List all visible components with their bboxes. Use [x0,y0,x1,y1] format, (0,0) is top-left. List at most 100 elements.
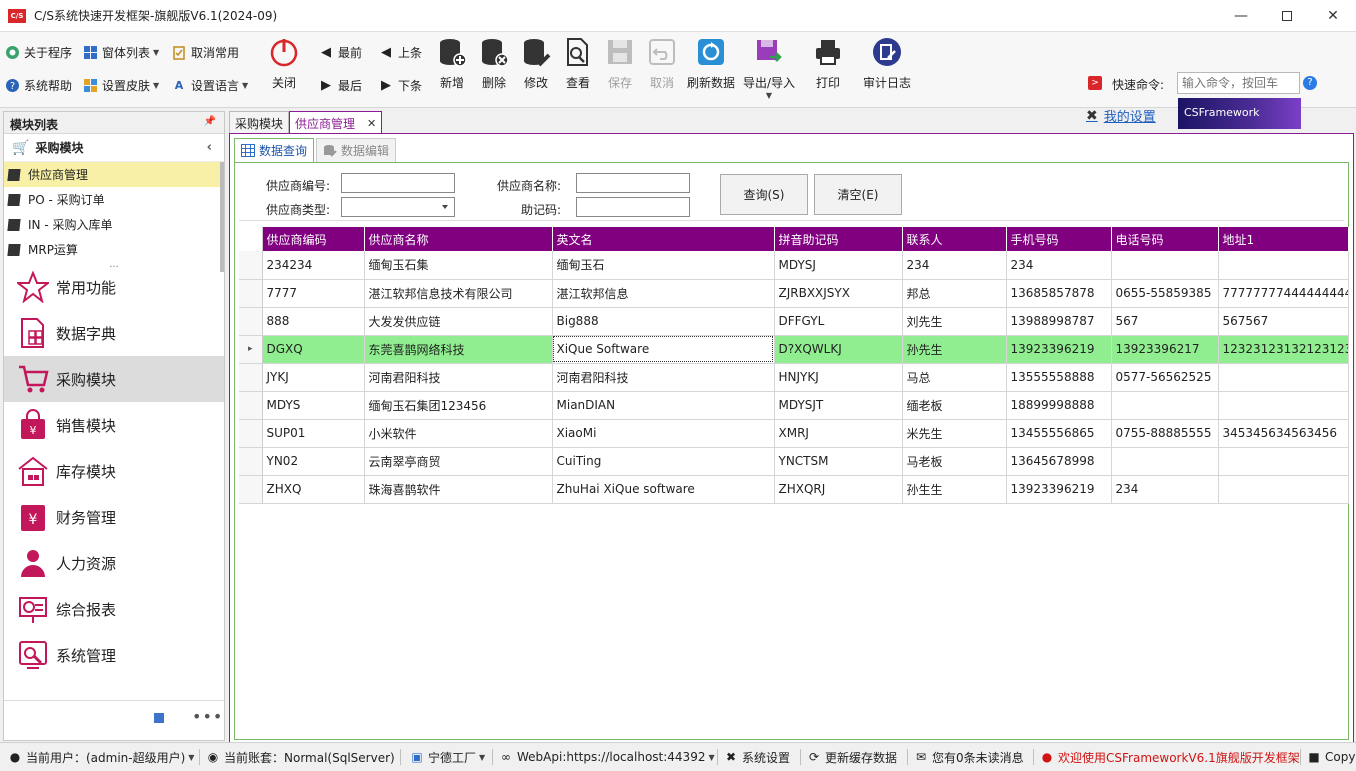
table-cell[interactable]: ZhuHai XiQue software [552,475,775,504]
table-cell[interactable]: SUP01 [262,419,365,448]
grid-column-header[interactable]: 地址1 [1218,227,1349,251]
window-restore-icon[interactable] [154,713,164,723]
table-cell[interactable]: 米先生 [902,419,1007,448]
table-cell[interactable]: MDYSJT [774,391,903,420]
table-row[interactable]: SUP01 小米软件 XiaoMi XMRJ 米先生 13455556865 0755-88… [239,419,1349,448]
table-cell[interactable]: 234 [902,251,1007,280]
table-row[interactable]: JYKJ 河南君阳科技 河南君阳科技 HNJYKJ 马总 13555558888 0577-… [239,363,1349,392]
tree-item-po[interactable]: PO - 采购订单 [4,187,224,212]
table-cell[interactable]: XiaoMi [552,419,775,448]
first-record-button[interactable]: ◀ 最前 [318,41,362,63]
table-cell[interactable]: 123231231321231231 [1218,335,1349,364]
pin-icon[interactable]: 📌 [204,116,216,127]
chevron-left-icon[interactable]: ‹ [207,140,212,155]
row-indicator[interactable] [239,363,263,392]
table-cell[interactable]: 小米软件 [364,419,553,448]
skin-button[interactable]: 设置皮肤 ▼ [82,74,159,96]
supplier-name-input[interactable] [576,173,690,193]
window-list-button[interactable]: 窗体列表 ▼ [82,41,159,63]
table-cell[interactable]: HNJYKJ [774,363,903,392]
cancel-button[interactable]: 取消 [640,36,684,102]
tree-item-supplier[interactable]: 供应商管理 [4,162,224,187]
row-indicator[interactable] [239,307,263,336]
table-cell[interactable]: 567567 [1218,307,1349,336]
about-button[interactable]: 关于程序 [4,41,72,63]
table-cell[interactable]: DGXQ [262,335,365,364]
table-cell[interactable]: 大发发供应链 [364,307,553,336]
close-window-button[interactable]: ✕ [1310,0,1356,32]
table-cell[interactable]: ZHXQRJ [774,475,903,504]
more-options-icon[interactable]: ••• [192,707,223,726]
table-row[interactable]: ZHXQ 珠海喜鹊软件 ZhuHai XiQue software ZHXQRJ 孙生生… [239,475,1349,504]
edit-button[interactable]: 修改 [514,36,558,102]
audit-log-button[interactable]: 审计日志 [860,36,914,102]
table-row[interactable]: 888 大发发供应链 Big888 DFFGYL 刘先生 13988998787 567 56… [239,307,1349,336]
table-cell[interactable] [1111,447,1219,476]
table-cell[interactable]: MianDIAN [552,391,775,420]
table-cell[interactable]: 345345634563456 [1218,419,1349,448]
tree-item-in[interactable]: IN - 采购入库单 [4,212,224,237]
table-cell[interactable]: MDYSJ [774,251,903,280]
table-row[interactable]: 234234 缅甸玉石集 缅甸玉石 MDYSJ 234 234 [239,251,1349,280]
table-cell[interactable]: 河南君阳科技 [552,363,775,392]
status-system-settings[interactable]: ✖ 系统设置 [724,749,790,765]
table-cell[interactable] [1218,391,1349,420]
print-button[interactable]: 打印 [806,36,850,102]
grid-column-header[interactable]: 英文名 [552,227,775,251]
table-cell[interactable]: 567 [1111,307,1219,336]
table-cell[interactable]: 缅甸玉石 [552,251,775,280]
table-cell[interactable]: 东莞喜鹊网络科技 [364,335,553,364]
table-cell[interactable]: 马总 [902,363,1007,392]
table-cell[interactable]: 刘先生 [902,307,1007,336]
grid-column-header[interactable]: 联系人 [902,227,1007,251]
table-cell[interactable]: DFFGYL [774,307,903,336]
help-button[interactable]: ? 系统帮助 [4,74,72,96]
next-record-button[interactable]: ▶ 下条 [378,74,422,96]
module-group-header[interactable]: 🛒 采购模块 ‹ [4,134,224,162]
row-indicator[interactable] [239,447,263,476]
table-cell[interactable]: XMRJ [774,419,903,448]
status-user[interactable]: ● 当前用户：(admin-超级用户) ▼ [8,749,195,765]
table-cell[interactable] [1111,251,1219,280]
table-cell[interactable] [1218,363,1349,392]
module-dictionary[interactable]: 数据字典 [4,310,224,356]
table-cell[interactable]: YNCTSM [774,447,903,476]
table-cell[interactable]: 234 [1111,475,1219,504]
row-indicator[interactable] [239,391,263,420]
grid-column-header[interactable]: 电话号码 [1111,227,1219,251]
table-cell[interactable] [1111,391,1219,420]
table-cell[interactable]: 888 [262,307,365,336]
table-cell[interactable]: 0577-56562525 [1111,363,1219,392]
add-button[interactable]: 新增 [430,36,474,102]
table-row[interactable]: MDYS 缅甸玉石集团123456 MianDIAN MDYSJT 缅老板 1889999… [239,391,1349,420]
table-cell[interactable]: 7777 [262,279,365,308]
row-indicator[interactable]: ▸ [239,335,263,364]
view-button[interactable]: 查看 [556,36,600,102]
table-cell[interactable]: YN02 [262,447,365,476]
table-cell[interactable]: 13923396219 [1006,475,1112,504]
grid-column-header[interactable]: 拼音助记码 [774,227,903,251]
module-common[interactable]: 常用功能 [4,264,224,310]
table-cell[interactable]: D?XQWLKJ [774,335,903,364]
quick-command-input[interactable] [1177,72,1300,94]
last-record-button[interactable]: ▶ 最后 [318,74,362,96]
table-cell[interactable]: 云南翠亭商贸 [364,447,553,476]
table-cell[interactable]: 13455556865 [1006,419,1112,448]
table-row[interactable]: 7777 湛江软邦信息技术有限公司 湛江软邦信息 ZJRBXXJSYX 邦总 136858… [239,279,1349,308]
minimize-button[interactable]: — [1218,0,1264,32]
module-finance[interactable]: ¥ 财务管理 [4,494,224,540]
quick-help-icon[interactable]: ? [1303,76,1317,90]
row-indicator[interactable] [239,419,263,448]
table-cell[interactable]: CuiTing [552,447,775,476]
status-messages[interactable]: ✉ 您有0条未读消息 [914,749,1024,765]
prev-record-button[interactable]: ◀ 上条 [378,41,422,63]
module-purchase[interactable]: 采购模块 [4,356,224,402]
supplier-type-select[interactable] [341,197,455,217]
table-cell[interactable]: 18899998888 [1006,391,1112,420]
table-cell[interactable]: 13685857878 [1006,279,1112,308]
tree-scrollbar[interactable] [220,162,224,272]
close-button[interactable]: 关闭 [262,36,306,102]
mnemonic-input[interactable] [576,197,690,217]
table-cell[interactable]: 缅甸玉石集团123456 [364,391,553,420]
tab-supplier-management[interactable]: 供应商管理 ✕ [289,111,383,134]
